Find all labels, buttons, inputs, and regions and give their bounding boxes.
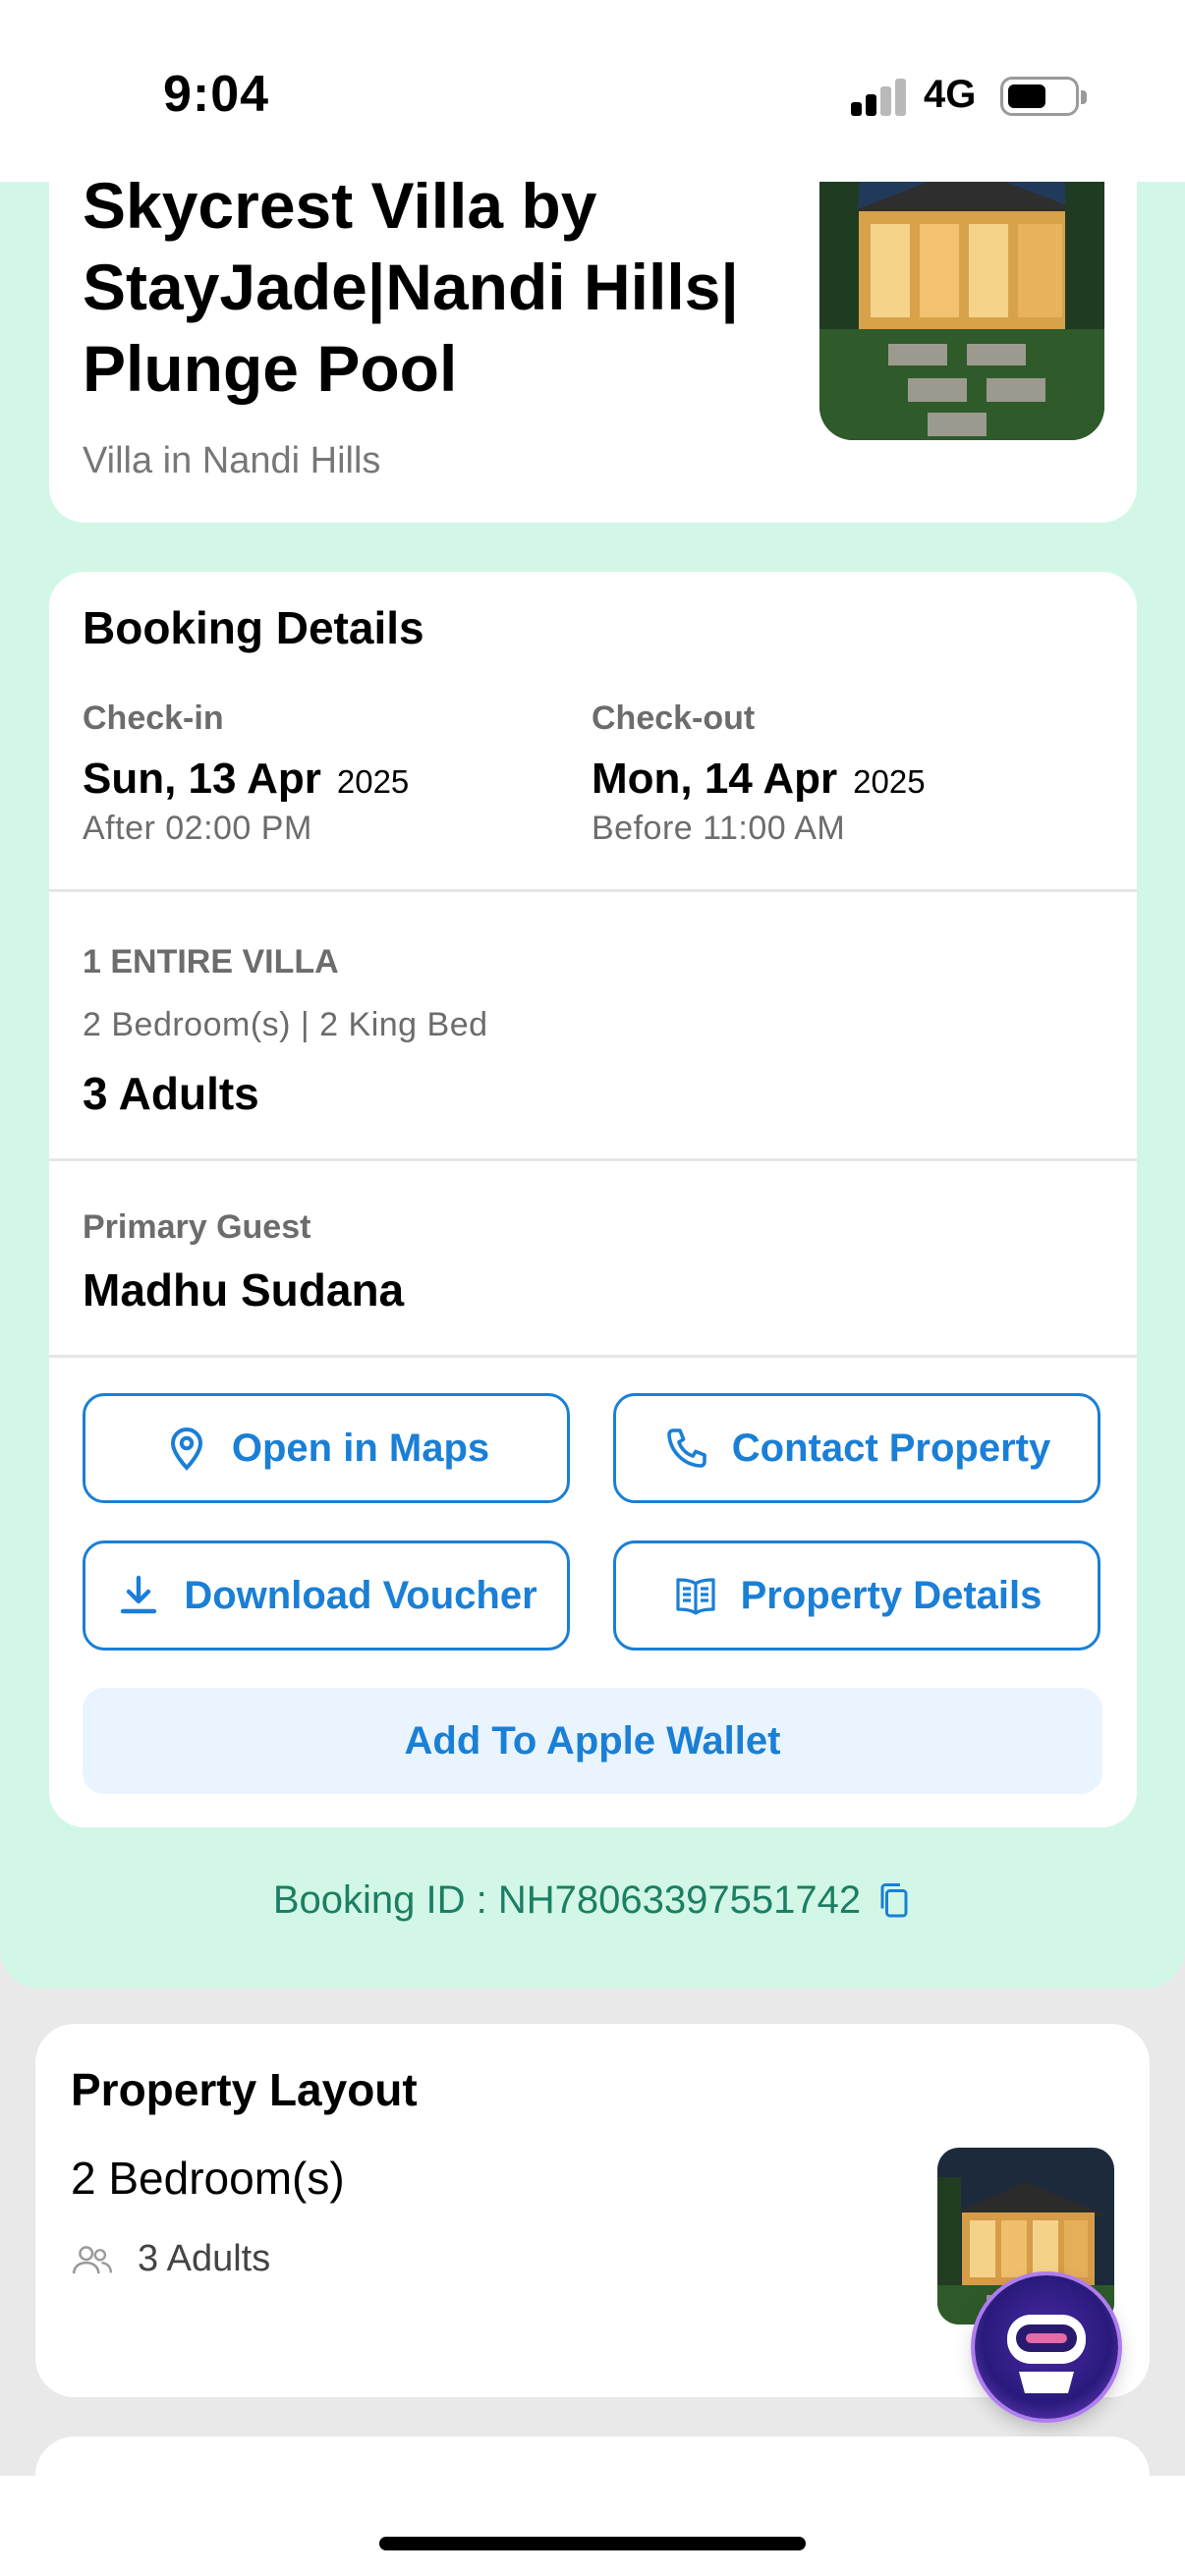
chatbot-assistant-button[interactable] xyxy=(975,2275,1118,2419)
status-bar: 9:04 4G xyxy=(0,0,1185,182)
battery-icon xyxy=(1000,77,1087,116)
hotel-name: Skycrest Villa by StayJade|Nandi Hills| … xyxy=(83,169,739,405)
booking-id-text: Booking ID : NH78063397551742 xyxy=(272,1878,862,1922)
divider xyxy=(49,1355,1137,1358)
checkout-time: Before 11:00 AM xyxy=(592,810,846,847)
app-screen: 9:04 4G Skycrest Villa by StayJade|Nandi… xyxy=(0,0,1185,2576)
checkin-date: Sun, 13 Apr 2025 xyxy=(83,755,410,803)
divider xyxy=(49,1158,1137,1161)
checkin-label: Check-in xyxy=(83,700,224,737)
booking-id-row[interactable]: Booking ID : NH78063397551742 xyxy=(0,1878,1185,1923)
book-icon xyxy=(676,1578,715,1615)
checkin-time: After 02:00 PM xyxy=(83,810,312,847)
booking-details-card: Booking Details Check-in Sun, 13 Apr 2025… xyxy=(49,572,1137,1827)
primary-guest-name: Madhu Sudana xyxy=(83,1264,405,1316)
copy-icon[interactable] xyxy=(876,1881,912,1921)
map-pin-icon xyxy=(170,1428,202,1471)
layout-bedrooms: 2 Bedroom(s) xyxy=(71,2153,345,2204)
unit-type: 1 ENTIRE VILLA xyxy=(83,943,339,980)
robot-icon xyxy=(1007,2315,1086,2393)
home-indicator[interactable] xyxy=(379,2537,806,2550)
people-icon xyxy=(72,2245,113,2273)
property-layout-title: Property Layout xyxy=(71,2064,418,2115)
layout-adults-label: 3 Adults xyxy=(138,2238,271,2279)
layout-adults-row: 3 Adults xyxy=(71,2238,270,2280)
add-to-apple-wallet-button[interactable]: Add To Apple Wallet xyxy=(83,1688,1102,1794)
home-indicator-area xyxy=(0,2476,1185,2576)
contact-property-label: Contact Property xyxy=(731,1426,1051,1470)
network-type: 4G xyxy=(924,73,977,116)
open-in-maps-button[interactable]: Open in Maps xyxy=(83,1393,570,1503)
bed-configuration: 2 Bedroom(s) | 2 King Bed xyxy=(83,1006,488,1043)
phone-icon xyxy=(666,1428,706,1468)
primary-guest-label: Primary Guest xyxy=(83,1208,311,1246)
status-time: 9:04 xyxy=(163,66,270,123)
checkout-date: Mon, 14 Apr 2025 xyxy=(592,755,926,803)
download-voucher-button[interactable]: Download Voucher xyxy=(83,1540,570,1651)
signal-icon xyxy=(851,79,908,116)
property-details-label: Property Details xyxy=(740,1573,1043,1617)
download-voucher-label: Download Voucher xyxy=(184,1573,537,1617)
property-details-button[interactable]: Property Details xyxy=(613,1540,1100,1651)
contact-property-button[interactable]: Contact Property xyxy=(613,1393,1100,1503)
guest-count: 3 Adults xyxy=(83,1068,259,1119)
download-icon xyxy=(121,1575,157,1614)
open-in-maps-label: Open in Maps xyxy=(231,1426,490,1470)
checkout-label: Check-out xyxy=(592,700,756,737)
divider xyxy=(49,889,1137,892)
hotel-location: Villa in Nandi Hills xyxy=(83,440,381,481)
booking-details-title: Booking Details xyxy=(83,602,424,653)
